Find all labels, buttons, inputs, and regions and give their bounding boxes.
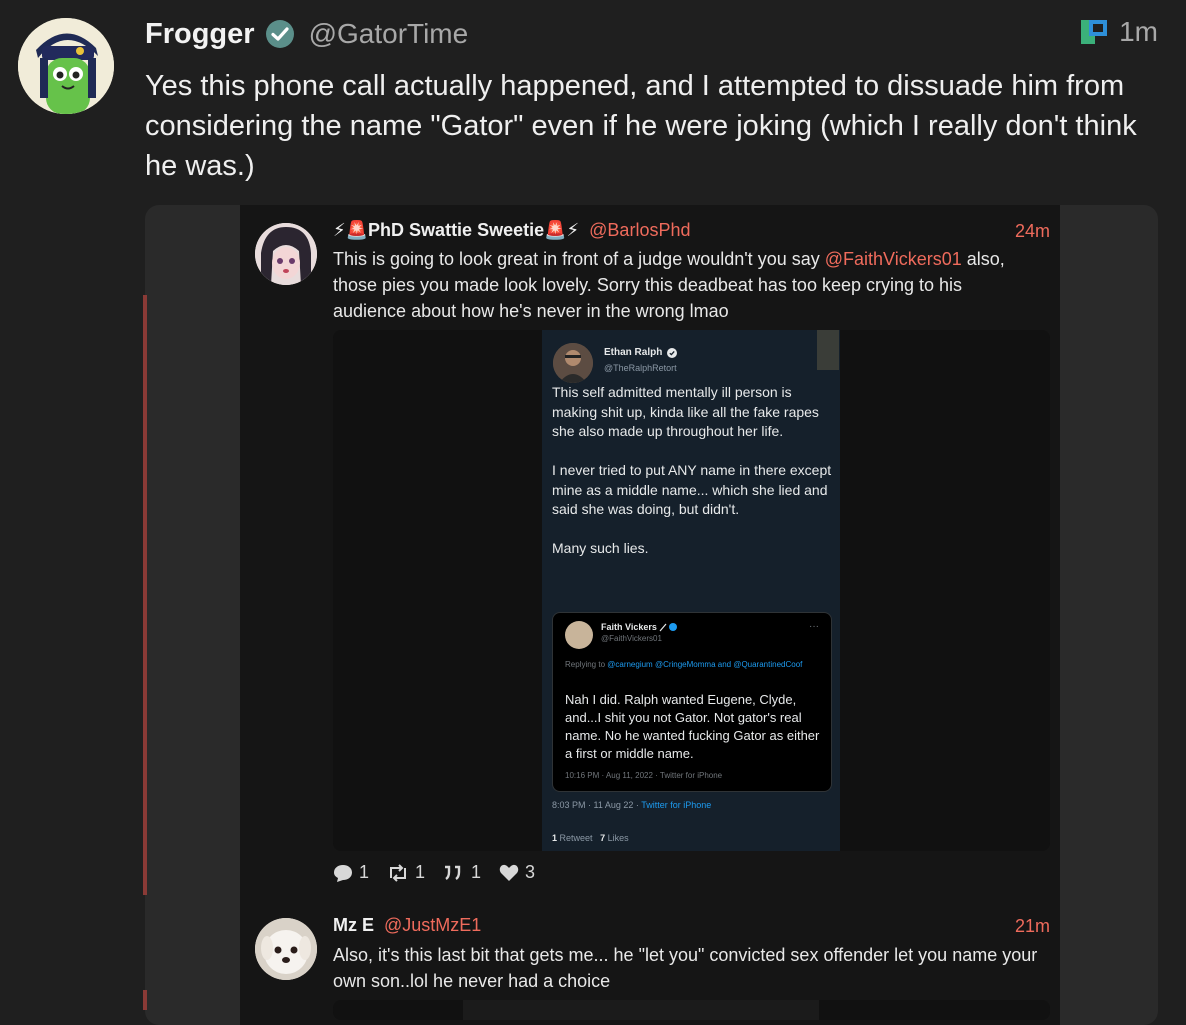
reply-media[interactable]: Ethan Ralph @TheRalphRetort This self ad… bbox=[333, 330, 1050, 851]
tweet-author-handle: @TheRalphRetort bbox=[604, 363, 677, 373]
repost-icon bbox=[390, 863, 407, 882]
repost-button[interactable]: 1 bbox=[387, 862, 425, 883]
reply-author-handle[interactable]: @BarlosPhd bbox=[589, 220, 690, 241]
quoted-tweet: Faith Vickers @FaithVickers01 ··· Replyi… bbox=[552, 612, 832, 792]
tweet-app: Twitter for iPhone bbox=[641, 800, 712, 810]
author-handle[interactable]: @GatorTime bbox=[309, 18, 469, 50]
reply-text-part: This is going to look great in front of … bbox=[333, 249, 825, 269]
pencil-icon bbox=[659, 623, 677, 632]
tweet-stats: 1 Retweet 7 Likes bbox=[552, 833, 629, 843]
tweet-meta: 8:03 PM · 11 Aug 22 · Twitter for iPhone bbox=[552, 800, 711, 810]
post-text: Yes this phone call actually happened, a… bbox=[145, 70, 1137, 182]
tweet-screenshot: Ethan Ralph @TheRalphRetort This self ad… bbox=[542, 330, 840, 851]
reply-time[interactable]: 21m bbox=[1015, 916, 1050, 937]
thread-line bbox=[143, 990, 147, 1010]
reply-time[interactable]: 24m bbox=[1015, 221, 1050, 242]
retweet-label: Retweet bbox=[559, 833, 593, 843]
reply-count: 1 bbox=[359, 862, 370, 882]
reply-media[interactable] bbox=[333, 1000, 1050, 1020]
author-name[interactable]: Frogger bbox=[145, 18, 255, 51]
tweet-author-name: Ethan Ralph bbox=[604, 347, 663, 358]
quote-button[interactable]: 1 bbox=[443, 862, 481, 883]
like-count: 7 bbox=[600, 833, 606, 843]
repost-count: 1 bbox=[415, 862, 426, 882]
comment-icon bbox=[334, 864, 352, 882]
tweet-avatar bbox=[553, 343, 593, 383]
replying-prefix: Replying to bbox=[565, 660, 608, 669]
quoted-body: Nah I did. Ralph wanted Eugene, Clyde, a… bbox=[565, 692, 820, 761]
quote-count: 1 bbox=[471, 862, 482, 882]
post-header: Frogger @GatorTime bbox=[145, 14, 468, 54]
tweet-timestamp: 8:03 PM · 11 Aug 22 · bbox=[552, 800, 642, 810]
reply-text: Also, it's this last bit that gets me...… bbox=[333, 945, 1038, 991]
image-edge bbox=[817, 330, 839, 370]
reply-author-name[interactable]: ⚡🚨PhD Swattie Sweetie🚨⚡ bbox=[333, 220, 579, 241]
reply-text: This is going to look great in front of … bbox=[333, 246, 1038, 324]
retweet-count: 1 bbox=[552, 833, 558, 843]
media-strip bbox=[463, 1000, 819, 1020]
post-meta: 1m bbox=[1079, 16, 1158, 48]
quoted-meta: 10:16 PM · Aug 11, 2022 · Twitter for iP… bbox=[565, 771, 723, 780]
heart-icon bbox=[499, 864, 519, 881]
reply-header: Mz E @JustMzE1 bbox=[333, 915, 481, 936]
reply-avatar[interactable] bbox=[255, 918, 317, 980]
thread-line bbox=[143, 295, 147, 895]
reply-button[interactable]: 1 bbox=[333, 862, 369, 883]
reply-actions: 1 1 1 3 bbox=[333, 862, 553, 883]
quote-icon bbox=[445, 865, 461, 880]
quoted-author-name: Faith Vickers bbox=[601, 622, 657, 632]
reply-author-handle[interactable]: @JustMzE1 bbox=[384, 915, 481, 936]
reply-header: ⚡🚨PhD Swattie Sweetie🚨⚡ @BarlosPhd bbox=[333, 220, 690, 241]
tweet-body: This self admitted mentally ill person i… bbox=[552, 384, 832, 556]
verified-badge-icon bbox=[265, 20, 294, 48]
reply-avatar[interactable] bbox=[255, 223, 317, 285]
verified-icon bbox=[667, 348, 677, 358]
like-count: 3 bbox=[525, 862, 536, 882]
replying-to-handles: @carnegium @CringeMomma and @Quarantined… bbox=[607, 660, 803, 669]
like-button[interactable]: 3 bbox=[499, 862, 535, 883]
reply-author-name[interactable]: Mz E bbox=[333, 915, 374, 936]
mention-link[interactable]: @FaithVickers01 bbox=[825, 249, 962, 269]
like-label: Likes bbox=[607, 833, 629, 843]
quoted-author-handle: @FaithVickers01 bbox=[601, 634, 662, 643]
post-time[interactable]: 1m bbox=[1119, 16, 1158, 48]
quoted-avatar bbox=[565, 621, 593, 649]
more-options-icon: ··· bbox=[809, 621, 819, 632]
platform-logo-icon[interactable] bbox=[1079, 16, 1111, 48]
author-avatar[interactable] bbox=[18, 18, 114, 114]
replying-to: Replying to @carnegium @CringeMomma and … bbox=[565, 659, 815, 671]
